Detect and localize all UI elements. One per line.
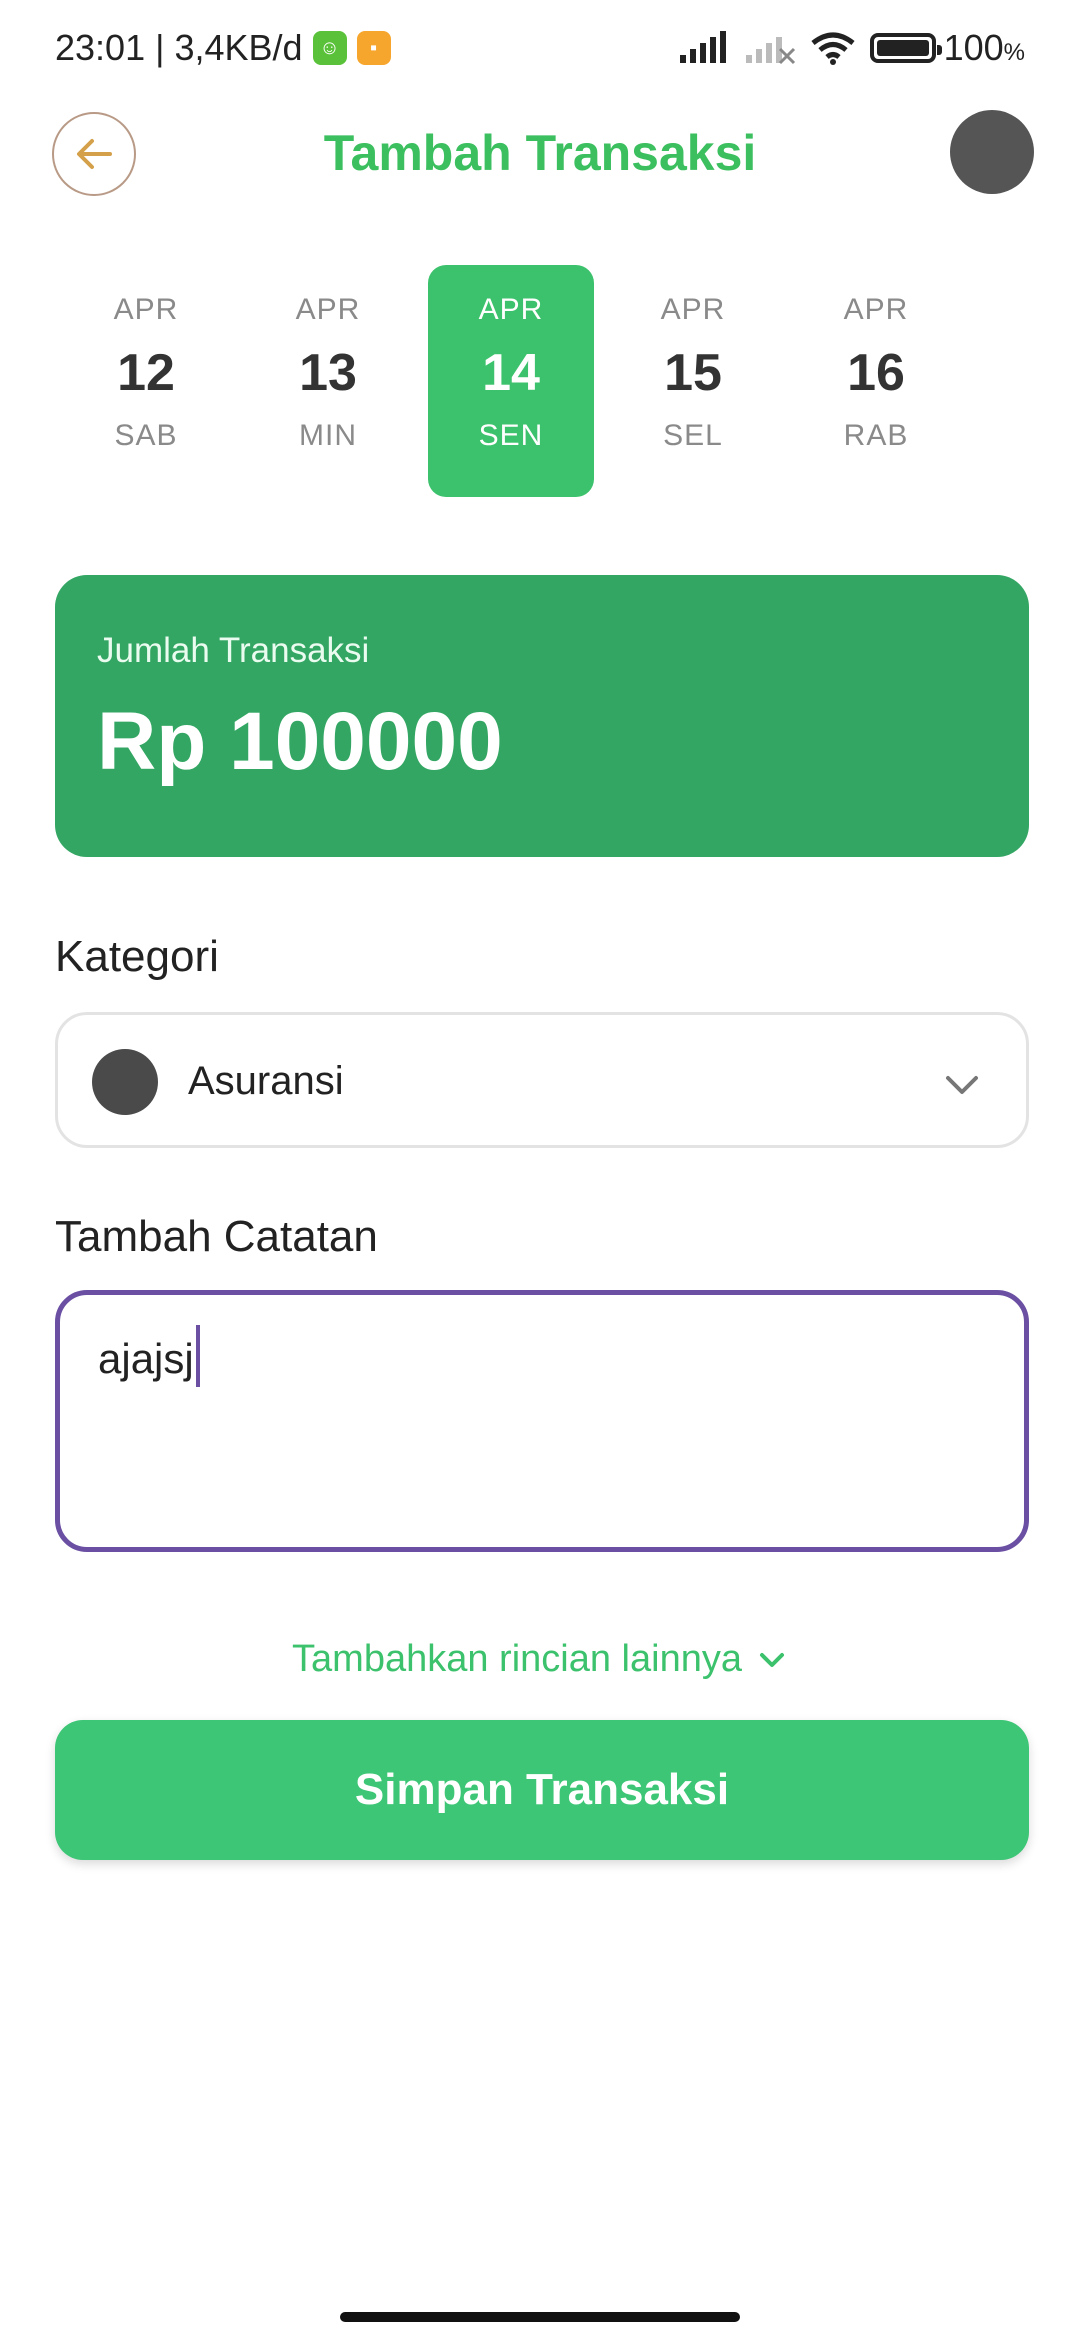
date-item[interactable]: APR 15 SEL: [610, 265, 776, 497]
date-item[interactable]: APR 13 MIN: [245, 265, 411, 497]
battery-indicator: 100%: [869, 27, 1025, 69]
status-bar: 23:01 | 3,4KB/d ☺ ▪ 100%: [0, 0, 1080, 96]
category-label: Kategori: [55, 932, 219, 981]
status-right: 100%: [678, 27, 1025, 69]
battery-percent-unit: %: [1003, 39, 1025, 66]
signal-icon: [679, 31, 726, 63]
screen: 23:01 | 3,4KB/d ☺ ▪ 100% Tambah Transaks…: [0, 0, 1080, 2340]
note-text-wrapper: ajajsj: [98, 1325, 200, 1393]
date-month: APR: [113, 293, 179, 326]
date-weekday: SEN: [478, 419, 544, 452]
date-weekday: SEL: [663, 419, 723, 452]
date-month: APR: [843, 293, 909, 326]
status-left: 23:01 | 3,4KB/d ☺ ▪: [55, 27, 391, 69]
amount-label: Jumlah Transaksi: [97, 631, 370, 670]
status-divider: |: [155, 27, 165, 68]
date-month: APR: [295, 293, 361, 326]
date-month: APR: [478, 293, 544, 326]
category-dropdown[interactable]: Asuransi: [55, 1012, 1029, 1148]
message-notification-icon: ▪: [356, 31, 391, 65]
amount-value: Rp 100000: [97, 696, 503, 787]
date-month: APR: [660, 293, 726, 326]
date-picker-strip[interactable]: APR 12 SAB APR 13 MIN APR 14 SEN APR 15 …: [0, 265, 1030, 497]
more-details-toggle[interactable]: Tambahkan rincian lainnya: [0, 1638, 1080, 1681]
amount-card[interactable]: Jumlah Transaksi Rp 100000: [55, 575, 1029, 857]
save-transaction-button[interactable]: Simpan Transaksi: [55, 1720, 1029, 1860]
avatar[interactable]: [950, 110, 1034, 194]
date-day: 14: [482, 344, 540, 402]
more-details-label: Tambahkan rincian lainnya: [292, 1638, 742, 1680]
date-day: 15: [664, 344, 722, 402]
battery-percent: 100: [943, 27, 1004, 68]
battery-icon: [869, 33, 942, 63]
date-item-selected[interactable]: APR 14 SEN: [428, 265, 594, 497]
chevron-down-icon: [946, 1076, 978, 1094]
date-day: 12: [117, 344, 175, 402]
wifi-icon: [811, 32, 855, 65]
text-caret: [195, 1325, 200, 1387]
network-speed: 3,4KB/d: [174, 27, 303, 68]
note-textarea[interactable]: ajajsj: [55, 1290, 1029, 1552]
app-notification-icon: ☺: [312, 31, 347, 65]
date-weekday: RAB: [843, 419, 909, 452]
signal-off-icon: [745, 37, 795, 65]
chevron-down-icon: [759, 1652, 784, 1667]
date-item-partial[interactable]: · I: [975, 265, 1030, 497]
date-item[interactable]: APR 12 SAB: [63, 265, 229, 497]
save-button-label: Simpan Transaksi: [354, 1765, 730, 1814]
app-header: Tambah Transaksi: [0, 108, 1080, 198]
date-day: 13: [299, 344, 357, 402]
date-day: 16: [847, 344, 905, 402]
status-time: 23:01: [55, 27, 146, 68]
note-value: ajajsj: [98, 1335, 194, 1383]
category-icon: [92, 1049, 158, 1115]
date-item[interactable]: APR 16 RAB: [793, 265, 959, 497]
home-indicator[interactable]: [340, 2312, 740, 2322]
category-selected-value: Asuransi: [188, 1059, 344, 1103]
page-title: Tambah Transaksi: [323, 125, 757, 181]
note-label: Tambah Catatan: [55, 1212, 378, 1261]
date-weekday: MIN: [299, 419, 357, 452]
date-weekday: SAB: [114, 419, 178, 452]
